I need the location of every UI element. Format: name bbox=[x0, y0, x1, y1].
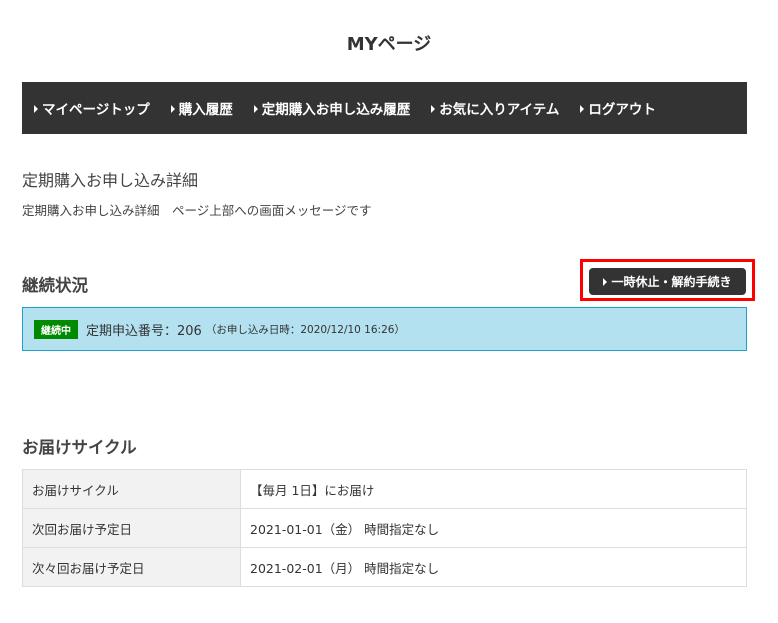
status-box: 継続中 定期申込番号：206 （お申し込み日時：2020/12/10 16:26… bbox=[22, 307, 747, 351]
table-row: 次回お届け予定日 2021-01-01（金） 時間指定なし bbox=[22, 508, 747, 548]
order-number: 定期申込番号：206 bbox=[86, 323, 202, 339]
pause-cancel-button[interactable]: 一時休止・解約手続き bbox=[589, 268, 746, 295]
nav-favorites[interactable]: お気に入りアイテム bbox=[431, 98, 559, 118]
delivery-title: お届けサイクル bbox=[22, 438, 137, 457]
row-label: 次回お届け予定日 bbox=[22, 508, 241, 548]
page-message: 定期購入お申し込み詳細 ページ上部への画面メッセージです bbox=[22, 203, 372, 218]
mypage-nav: マイページトップ 購入履歴 定期購入お申し込み履歴 お気に入りアイテム ログアウ… bbox=[22, 82, 747, 134]
row-value: 2021-02-01（月） 時間指定なし bbox=[240, 547, 747, 587]
table-row: 次々回お届け予定日 2021-02-01（月） 時間指定なし bbox=[22, 547, 747, 587]
row-label: お届けサイクル bbox=[22, 469, 241, 509]
row-label: 次々回お届け予定日 bbox=[22, 547, 241, 587]
page-title: MYページ bbox=[346, 34, 432, 55]
order-date: （お申し込み日時：2020/12/10 16:26） bbox=[205, 323, 405, 336]
status-title: 継続状況 bbox=[22, 276, 88, 295]
delivery-table: お届けサイクル 【毎月 1日】にお届け 次回お届け予定日 2021-01-01（金）… bbox=[22, 469, 747, 587]
row-value: 2021-01-01（金） 時間指定なし bbox=[240, 508, 747, 548]
row-value: 【毎月 1日】にお届け bbox=[240, 469, 747, 509]
nav-mypage-top[interactable]: マイページトップ bbox=[34, 98, 150, 118]
status-badge: 継続中 bbox=[34, 319, 78, 339]
nav-logout[interactable]: ログアウト bbox=[580, 98, 656, 118]
nav-purchase-history[interactable]: 購入履歴 bbox=[171, 98, 233, 118]
nav-subscription-history[interactable]: 定期購入お申し込み履歴 bbox=[254, 98, 411, 118]
table-row: お届けサイクル 【毎月 1日】にお届け bbox=[22, 469, 747, 509]
section-heading: 定期購入お申し込み詳細 bbox=[22, 171, 199, 190]
